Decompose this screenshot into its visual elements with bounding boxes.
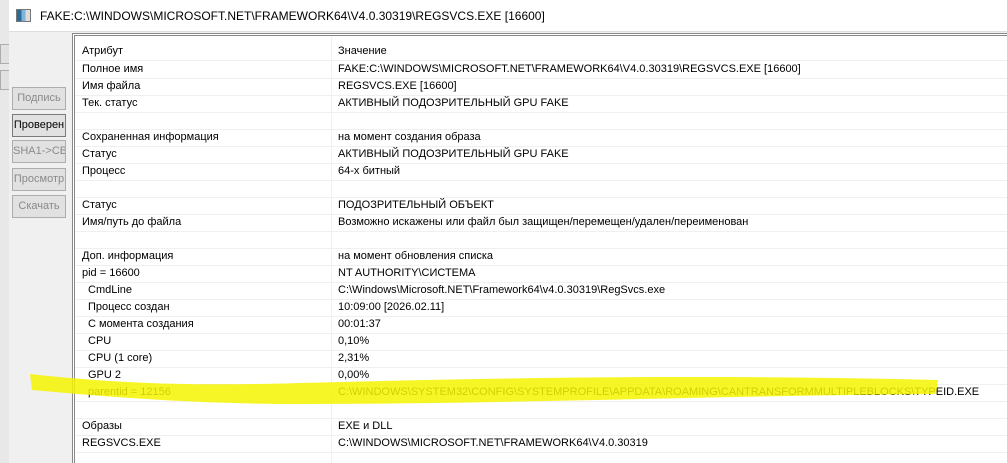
row-value: 64-х битный: [338, 165, 401, 177]
row-attribute: pid = 16600: [82, 267, 140, 279]
row-value: Возможно искажены или файл был защищен/п…: [338, 216, 749, 228]
row-attribute: CPU (1 core): [88, 352, 153, 364]
attributes-table: Атрибут Значение Полное имя FAKE:C:\WINDO…: [72, 33, 1007, 463]
table-row[interactable]: Процесс 64-х битный: [75, 163, 1007, 181]
table-row[interactable]: [75, 401, 1007, 419]
table-row[interactable]: [75, 180, 1007, 198]
row-value: C:\WINDOWS\SYSTEM32\CONFIG\SYSTEMPROFILE…: [338, 386, 980, 398]
row-value: 0,00%: [338, 369, 370, 381]
row-attribute: Полное имя: [82, 63, 144, 75]
row-attribute: parentid = 12156: [88, 386, 171, 398]
row-value: 00:01:37: [338, 318, 381, 330]
table-row[interactable]: Статус ПОДОЗРИТЕЛЬНЫЙ ОБЪЕКТ: [75, 197, 1007, 215]
row-value: 0,10%: [338, 335, 370, 347]
side-button-1[interactable]: Проверен: [12, 114, 66, 137]
table-row[interactable]: Имя/путь до файла Возможно искажены или ф…: [75, 214, 1007, 232]
row-value: EXE и DLL: [338, 420, 393, 432]
table-row[interactable]: [75, 112, 1007, 130]
table-row[interactable]: Доп. информация на момент обновления спис…: [75, 248, 1007, 266]
row-value: ПОДОЗРИТЕЛЬНЫЙ ОБЪЕКТ: [338, 199, 494, 211]
table-row[interactable]: CPU (1 core) 2,31%: [75, 350, 1007, 368]
row-attribute: С момента создания: [88, 318, 194, 330]
title-bar: FAKE:C:\WINDOWS\MICROSOFT.NET\FRAMEWORK6…: [9, 0, 1007, 32]
row-attribute: Процесс создан: [88, 301, 170, 313]
table-row[interactable]: parentid = 12156 C:\WINDOWS\SYSTEM32\CONF…: [75, 384, 1007, 402]
column-header-value[interactable]: Значение: [338, 45, 387, 57]
row-attribute: Имя файла: [82, 80, 141, 92]
row-attribute: CPU: [88, 335, 112, 347]
table-row[interactable]: GPU 2 0,00%: [75, 367, 1007, 385]
table-row[interactable]: Полное имя FAKE:C:\WINDOWS\MICROSOFT.NET\…: [75, 61, 1007, 79]
row-attribute: Статус: [82, 199, 117, 211]
row-value: FAKE:C:\WINDOWS\MICROSOFT.NET\FRAMEWORK6…: [338, 63, 801, 75]
table-row[interactable]: pid = 16600 NT AUTHORITY\СИСТЕМА: [75, 265, 1007, 283]
row-attribute: Процесс: [82, 165, 126, 177]
side-button-2[interactable]: SHA1->CB: [12, 140, 66, 163]
row-value: C:\Windows\Microsoft.NET\Framework64\v4.…: [338, 284, 666, 296]
row-value: NT AUTHORITY\СИСТЕМА: [338, 267, 476, 279]
table-row[interactable]: [75, 231, 1007, 249]
column-header-attribute[interactable]: Атрибут: [82, 45, 123, 57]
row-value: на момент обновления списка: [338, 250, 494, 262]
table-row[interactable]: Процесс создан 10:09:00 [2026.02.11]: [75, 299, 1007, 317]
side-button-3[interactable]: Просмотр: [12, 168, 66, 191]
table-row[interactable]: С момента создания 00:01:37: [75, 316, 1007, 334]
row-attribute: Сохраненная информация: [82, 131, 219, 143]
row-value: АКТИВНЫЙ ПОДОЗРИТЕЛЬНЫЙ GPU FAKE: [338, 97, 569, 109]
row-attribute: Доп. информация: [82, 250, 174, 262]
table-row[interactable]: REGSVCS.EXE C:\WINDOWS\MICROSOFT.NET\FRAM…: [75, 435, 1007, 453]
side-button-4[interactable]: Скачать: [12, 195, 66, 218]
row-value: АКТИВНЫЙ ПОДОЗРИТЕЛЬНЫЙ GPU FAKE: [338, 148, 569, 160]
row-attribute: Имя/путь до файла: [82, 216, 182, 228]
row-attribute: CmdLine: [88, 284, 133, 296]
table-row[interactable]: Тек. статус АКТИВНЫЙ ПОДОЗРИТЕЛЬНЫЙ GPU F…: [75, 95, 1007, 113]
table-row[interactable]: Сохраненная информация на момент создания…: [75, 129, 1007, 147]
row-value: 10:09:00 [2026.02.11]: [338, 301, 445, 313]
row-attribute: GPU 2: [88, 369, 122, 381]
table-row[interactable]: CPU 0,10%: [75, 333, 1007, 351]
properties-window: FAKE:C:\WINDOWS\MICROSOFT.NET\FRAMEWORK6…: [9, 0, 1007, 463]
row-attribute: Образы: [82, 420, 122, 432]
row-value: C:\WINDOWS\MICROSOFT.NET\FRAMEWORK64\V4.…: [338, 437, 648, 449]
row-attribute: Статус: [82, 148, 117, 160]
table-row[interactable]: Статус АКТИВНЫЙ ПОДОЗРИТЕЛЬНЫЙ GPU FAKE: [75, 146, 1007, 164]
table-row[interactable]: CmdLine C:\Windows\Microsoft.NET\Framewor…: [75, 282, 1007, 300]
row-value: на момент создания образа: [338, 131, 481, 143]
row-attribute: Тек. статус: [82, 97, 138, 109]
row-attribute: REGSVCS.EXE: [82, 437, 161, 449]
side-button-0[interactable]: Подпись: [12, 87, 66, 110]
window-title: FAKE:C:\WINDOWS\MICROSOFT.NET\FRAMEWORK6…: [40, 8, 545, 23]
side-toolbar: Подпись Проверен SHA1->CB Просмотр Скачать: [9, 32, 71, 463]
row-value: REGSVCS.EXE [16600]: [338, 80, 457, 92]
app-icon: [16, 9, 31, 22]
table-row[interactable]: Имя файла REGSVCS.EXE [16600]: [75, 78, 1007, 96]
table-row[interactable]: Образы EXE и DLL: [75, 418, 1007, 436]
table-header: Атрибут Значение: [75, 38, 1007, 61]
row-value: 2,31%: [338, 352, 370, 364]
